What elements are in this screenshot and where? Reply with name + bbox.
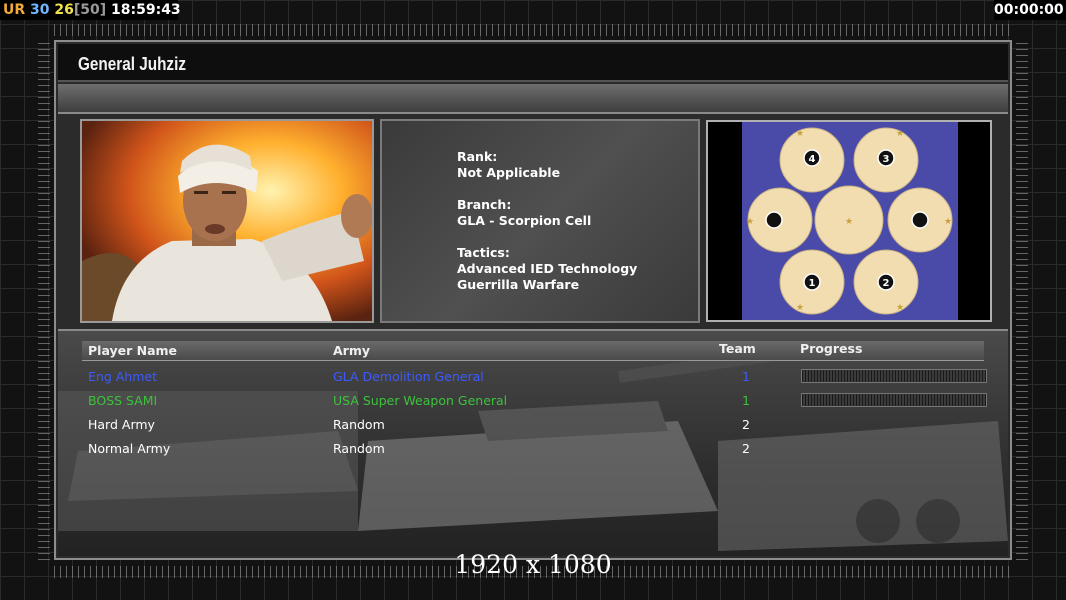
map-slot-1: 1: [809, 278, 816, 289]
hud-value-50: [50]: [73, 2, 107, 18]
tactics-label: Tactics:: [457, 245, 510, 260]
svg-text:★: ★: [796, 303, 804, 313]
map-slot-3: 3: [883, 154, 890, 165]
player-row: BOSS SAMI USA Super Weapon General 1: [82, 389, 987, 413]
player-list-panel: Player Name Army Team Progress Eng Ahmet…: [58, 329, 1008, 556]
resolution-label: 1920 x 1080: [454, 550, 612, 579]
player-row: Hard Army Random 2: [82, 413, 984, 437]
ruler-left: [38, 40, 50, 560]
svg-text:★: ★: [896, 303, 904, 313]
player-name: Normal Army: [88, 441, 171, 456]
player-team: 2: [742, 441, 750, 456]
player-name: BOSS SAMI: [88, 393, 158, 408]
map-slot-2: 2: [883, 278, 890, 289]
player-army: Random: [333, 417, 385, 432]
svg-text:★: ★: [796, 129, 804, 139]
tactic-item: Guerrilla Warfare: [457, 277, 580, 292]
ruler-right: [1016, 40, 1028, 560]
branch-label: Branch:: [457, 197, 512, 212]
player-table-header: Player Name Army Team Progress: [82, 341, 984, 361]
player-army: GLA Demolition General: [333, 369, 484, 384]
progress-bar: [801, 369, 987, 383]
svg-text:★: ★: [896, 129, 904, 139]
branch-value: GLA - Scorpion Cell: [457, 213, 592, 228]
svg-text:★: ★: [746, 217, 754, 227]
general-portrait: [80, 119, 374, 323]
player-army: USA Super Weapon General: [333, 393, 508, 408]
general-info-panel: Rank: Not Applicable Branch: GLA - Scorp…: [380, 119, 700, 323]
svg-text:★: ★: [845, 217, 853, 227]
rank-value: Not Applicable: [457, 165, 561, 180]
hud-value-30: 30: [30, 2, 50, 18]
player-row: Eng Ahmet GLA Demolition General 1: [82, 365, 987, 389]
progress-bar: [801, 393, 987, 407]
header-player-name: Player Name: [88, 343, 178, 358]
sub-bar: [58, 84, 1008, 114]
map-slot-4: 4: [809, 154, 816, 165]
loading-screen-frame: General Juhziz Rank: Not Applicable Bran…: [54, 40, 1012, 560]
hud-ur: UR: [3, 2, 26, 18]
hud-value-26: 26: [54, 2, 74, 18]
hud-clock: 18:59:43: [111, 2, 181, 18]
header-army: Army: [333, 343, 371, 358]
hud-timer: 00:00:00: [994, 0, 1066, 20]
player-name: Eng Ahmet: [88, 369, 157, 384]
general-title: General Juhziz: [78, 54, 186, 74]
tactic-item: Advanced IED Technology: [457, 261, 638, 276]
player-name: Hard Army: [88, 417, 155, 432]
player-row: Normal Army Random 2: [82, 437, 984, 461]
player-team: 2: [742, 417, 750, 432]
player-army: Random: [333, 441, 385, 456]
header-team: Team: [719, 341, 756, 356]
header-progress: Progress: [800, 341, 863, 356]
hud-stats: UR 30 26[50] 18:59:43: [0, 0, 181, 20]
title-bar: General Juhziz: [58, 44, 1008, 82]
svg-text:★: ★: [944, 217, 952, 227]
map-preview: 4 3 1 2 ★ ★ ★ ★ ★ ★ ★: [706, 120, 992, 322]
ruler-top: [54, 24, 1012, 36]
rank-label: Rank:: [457, 149, 498, 164]
player-team: 1: [742, 369, 750, 384]
player-team: 1: [742, 393, 750, 408]
